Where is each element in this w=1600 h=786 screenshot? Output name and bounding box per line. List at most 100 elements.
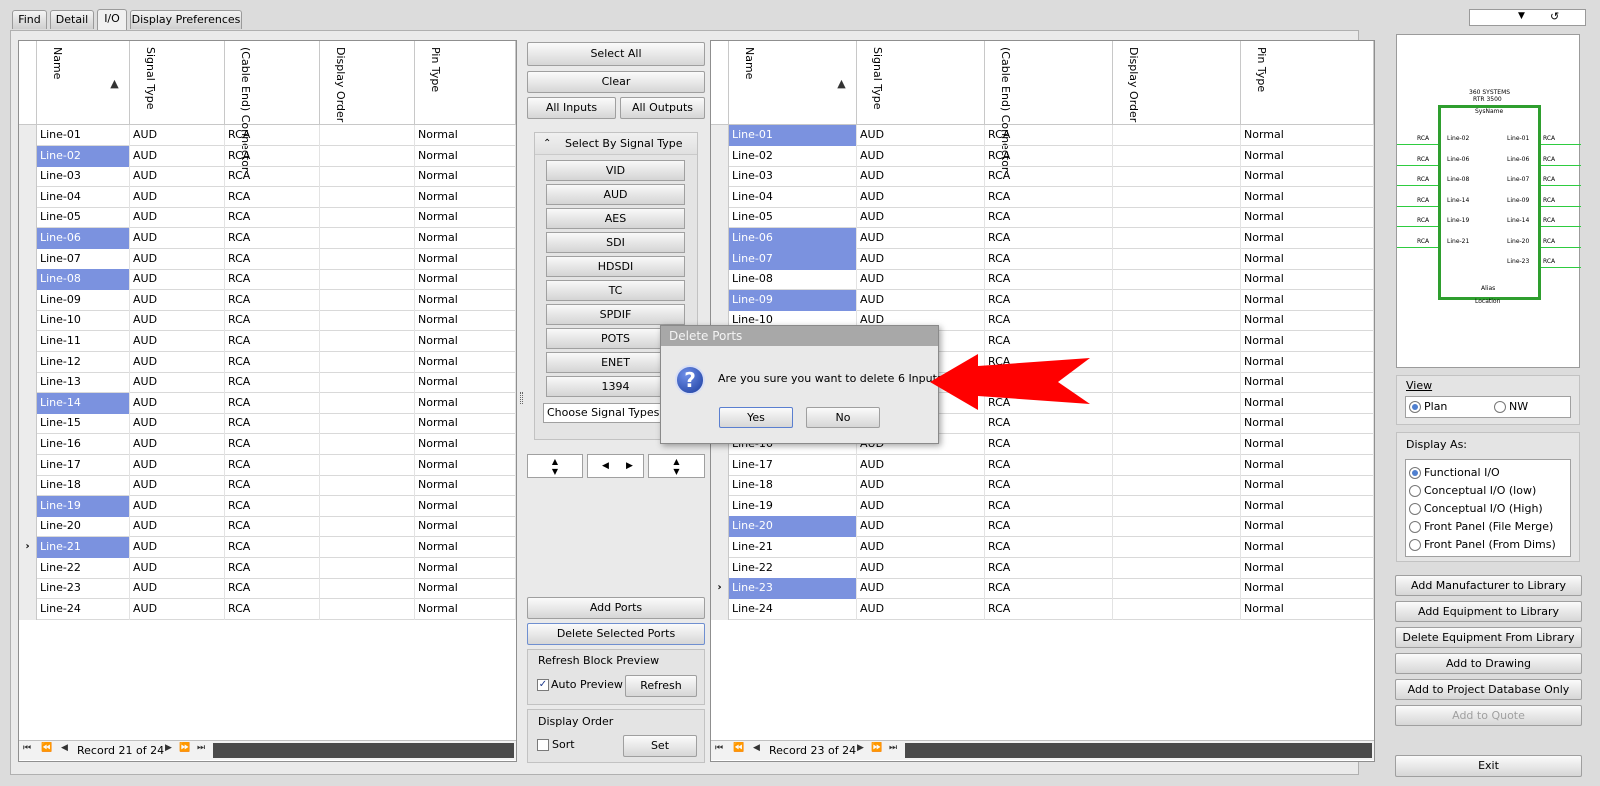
cell-order[interactable] bbox=[1113, 557, 1241, 579]
table-row[interactable]: › Line-23 AUD RCA Normal bbox=[711, 578, 1374, 600]
row-indicator[interactable] bbox=[711, 516, 729, 538]
cell-pin[interactable]: Normal bbox=[415, 310, 516, 332]
cell-order[interactable] bbox=[1113, 331, 1241, 352]
row-indicator[interactable] bbox=[711, 475, 729, 497]
cell-name[interactable]: Line-21 bbox=[37, 537, 130, 558]
cell-signal[interactable]: AUD bbox=[130, 331, 225, 352]
table-row[interactable]: Line-02 AUD RCA Normal bbox=[711, 145, 1374, 167]
row-indicator[interactable] bbox=[711, 454, 729, 476]
cell-connector[interactable]: RCA bbox=[985, 289, 1113, 311]
cell-name[interactable]: Line-02 bbox=[37, 145, 130, 167]
signal-type-hdsdi-button[interactable]: HDSDI bbox=[546, 256, 685, 277]
cell-connector[interactable]: RCA bbox=[225, 475, 320, 497]
cell-pin[interactable]: Normal bbox=[1241, 475, 1374, 497]
cell-order[interactable] bbox=[1113, 269, 1241, 291]
cell-name[interactable]: Line-14 bbox=[37, 392, 130, 414]
first-record-icon[interactable]: ⏮ bbox=[715, 743, 723, 753]
prev-page-icon[interactable]: ⏪ bbox=[41, 743, 52, 753]
cell-name[interactable]: Line-05 bbox=[729, 207, 857, 229]
cell-signal[interactable]: AUD bbox=[130, 578, 225, 600]
table-row[interactable]: Line-05 AUD RCA Normal bbox=[711, 207, 1374, 229]
cell-connector[interactable]: RCA bbox=[225, 186, 320, 208]
cell-pin[interactable]: Normal bbox=[1241, 434, 1374, 455]
cell-signal[interactable]: AUD bbox=[130, 557, 225, 579]
cell-signal[interactable]: AUD bbox=[130, 228, 225, 249]
cell-connector[interactable]: RCA bbox=[985, 434, 1113, 455]
table-row[interactable]: Line-04 AUD RCA Normal bbox=[711, 186, 1374, 208]
header-name[interactable]: Name ▲ bbox=[729, 41, 857, 125]
cell-order[interactable] bbox=[1113, 166, 1241, 188]
cell-pin[interactable]: Normal bbox=[1241, 248, 1374, 270]
cell-name[interactable]: Line-17 bbox=[729, 454, 857, 476]
row-indicator[interactable] bbox=[711, 125, 729, 146]
cell-connector[interactable]: RCA bbox=[985, 248, 1113, 270]
cell-name[interactable]: Line-17 bbox=[37, 454, 130, 476]
cell-pin[interactable]: Normal bbox=[1241, 495, 1374, 517]
collapse-icon[interactable]: ⌃ bbox=[543, 133, 551, 155]
signal-type-vid-button[interactable]: VID bbox=[546, 160, 685, 181]
cell-connector[interactable]: RCA bbox=[985, 207, 1113, 229]
cell-name[interactable]: Line-21 bbox=[729, 537, 857, 558]
cell-signal[interactable]: AUD bbox=[130, 186, 225, 208]
cell-name[interactable]: Line-04 bbox=[729, 186, 857, 208]
cell-pin[interactable]: Normal bbox=[1241, 351, 1374, 373]
prev-page-icon[interactable]: ⏪ bbox=[733, 743, 744, 753]
cell-connector[interactable]: RCA bbox=[985, 166, 1113, 188]
cell-name[interactable]: Line-19 bbox=[37, 495, 130, 517]
chevron-down-icon[interactable]: ▼ bbox=[1518, 11, 1525, 21]
header-connector[interactable]: (Cable End) Connector bbox=[985, 41, 1113, 171]
up-down-spinner-right[interactable]: ▲ ▼ bbox=[648, 454, 705, 478]
cell-connector[interactable]: RCA bbox=[985, 516, 1113, 538]
cell-signal[interactable]: AUD bbox=[857, 125, 985, 146]
row-indicator[interactable] bbox=[19, 310, 37, 332]
cell-connector[interactable]: RCA bbox=[985, 495, 1113, 517]
exit-button[interactable]: Exit bbox=[1395, 755, 1582, 777]
cell-name[interactable]: Line-01 bbox=[37, 125, 130, 146]
cell-connector[interactable]: RCA bbox=[225, 125, 320, 146]
table-row[interactable]: Line-20 AUD RCA Normal bbox=[19, 516, 516, 538]
row-indicator[interactable] bbox=[19, 557, 37, 579]
cell-name[interactable]: Line-20 bbox=[729, 516, 857, 538]
cell-pin[interactable]: Normal bbox=[415, 537, 516, 558]
cell-order[interactable] bbox=[320, 289, 415, 311]
display-as-radio-3[interactable] bbox=[1409, 521, 1421, 533]
cell-signal[interactable]: AUD bbox=[130, 434, 225, 455]
cell-order[interactable] bbox=[1113, 454, 1241, 476]
cell-pin[interactable]: Normal bbox=[1241, 289, 1374, 311]
cell-signal[interactable]: AUD bbox=[857, 557, 985, 579]
cell-connector[interactable]: RCA bbox=[225, 331, 320, 352]
cell-order[interactable] bbox=[320, 392, 415, 414]
table-row[interactable]: Line-19 AUD RCA Normal bbox=[711, 495, 1374, 517]
cell-name[interactable]: Line-07 bbox=[729, 248, 857, 270]
cell-pin[interactable]: Normal bbox=[1241, 454, 1374, 476]
cell-order[interactable] bbox=[1113, 186, 1241, 208]
cell-order[interactable] bbox=[320, 516, 415, 538]
cell-pin[interactable]: Normal bbox=[415, 228, 516, 249]
set-button[interactable]: Set bbox=[623, 735, 697, 757]
table-row[interactable]: Line-10 AUD RCA Normal bbox=[19, 310, 516, 332]
cell-connector[interactable]: RCA bbox=[225, 598, 320, 620]
add-equipment-button[interactable]: Add Equipment to Library bbox=[1395, 601, 1582, 622]
cell-pin[interactable]: Normal bbox=[415, 516, 516, 538]
cell-name[interactable]: Line-09 bbox=[37, 289, 130, 311]
cell-name[interactable]: Line-22 bbox=[37, 557, 130, 579]
cell-pin[interactable]: Normal bbox=[415, 248, 516, 270]
table-row[interactable]: Line-17 AUD RCA Normal bbox=[19, 454, 516, 476]
display-as-radio-2[interactable] bbox=[1409, 503, 1421, 515]
add-manufacturer-button[interactable]: Add Manufacturer to Library bbox=[1395, 575, 1582, 596]
cell-connector[interactable]: RCA bbox=[225, 578, 320, 600]
row-indicator[interactable] bbox=[711, 598, 729, 620]
table-row[interactable]: Line-22 AUD RCA Normal bbox=[19, 557, 516, 579]
row-indicator[interactable] bbox=[711, 228, 729, 249]
row-indicator[interactable] bbox=[711, 289, 729, 311]
next-page-icon[interactable]: ⏩ bbox=[179, 743, 190, 753]
row-indicator[interactable]: › bbox=[711, 578, 729, 600]
table-row[interactable]: Line-19 AUD RCA Normal bbox=[19, 495, 516, 517]
cell-pin[interactable]: Normal bbox=[415, 454, 516, 476]
row-indicator[interactable] bbox=[19, 598, 37, 620]
cell-signal[interactable]: AUD bbox=[130, 310, 225, 332]
header-signal-type[interactable]: Signal Type bbox=[130, 41, 225, 125]
row-indicator[interactable] bbox=[711, 145, 729, 167]
row-indicator[interactable] bbox=[711, 207, 729, 229]
up-arrow-icon[interactable]: ▲ bbox=[673, 457, 679, 466]
